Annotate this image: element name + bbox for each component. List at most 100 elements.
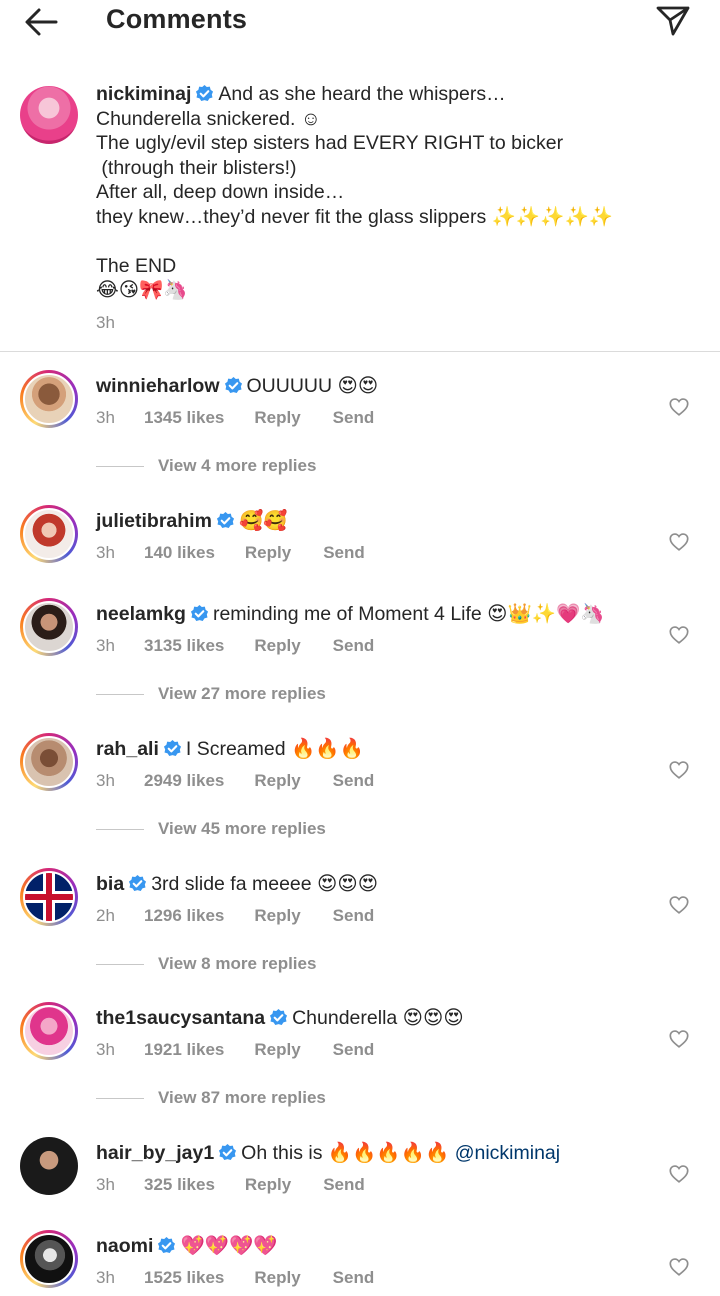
comment-meta: 2h 1296 likes Reply Send — [96, 906, 374, 926]
comment-meta: 3h 140 likes Reply Send — [96, 543, 365, 563]
send-button[interactable]: Send — [333, 771, 375, 791]
reply-button[interactable]: Reply — [254, 771, 300, 791]
comment-meta: 3h 1921 likes Reply Send — [96, 1040, 374, 1060]
heart-icon[interactable] — [668, 531, 690, 553]
send-button[interactable]: Send — [333, 408, 375, 428]
avatar[interactable] — [20, 1137, 78, 1195]
comment-likes[interactable]: 2949 likes — [144, 771, 224, 791]
comment-username[interactable]: hair_by_jay1 — [96, 1142, 214, 1164]
reply-button[interactable]: Reply — [254, 408, 300, 428]
reply-button[interactable]: Reply — [254, 1040, 300, 1060]
view-more-label[interactable]: View 87 more replies — [158, 1088, 326, 1108]
comment-likes[interactable]: 1296 likes — [144, 906, 224, 926]
avatar[interactable] — [20, 1230, 78, 1288]
share-button[interactable] — [652, 2, 692, 38]
send-button[interactable]: Send — [323, 543, 365, 563]
view-more-label[interactable]: View 27 more replies — [158, 684, 326, 704]
mention-link[interactable]: @nickiminaj — [455, 1142, 560, 1164]
page-title: Comments — [106, 4, 248, 34]
reply-button[interactable]: Reply — [245, 543, 291, 563]
comment-text: 3rd slide fa meeee 😍😍😍 — [151, 873, 379, 895]
comment-time: 3h — [96, 636, 115, 655]
avatar[interactable] — [20, 598, 78, 656]
reply-button[interactable]: Reply — [254, 1268, 300, 1288]
comment-time: 3h — [96, 1175, 115, 1194]
heart-icon[interactable] — [668, 1028, 690, 1050]
comment-meta: 3h 1525 likes Reply Send — [96, 1268, 374, 1288]
verified-badge-icon — [163, 739, 181, 757]
comment-username[interactable]: julietibrahim — [96, 510, 212, 532]
comment-item: hair_by_jay1 Oh this is 🔥🔥🔥🔥🔥 @nickiminaj… — [0, 1137, 720, 1217]
view-more-replies[interactable]: View 45 more replies — [0, 816, 720, 844]
comment-username[interactable]: naomi — [96, 1235, 153, 1257]
divider — [0, 351, 720, 352]
comment-username[interactable]: rah_ali — [96, 738, 159, 760]
reply-button[interactable]: Reply — [254, 636, 300, 656]
reply-button[interactable]: Reply — [245, 1175, 291, 1195]
comment-text: reminding me of Moment 4 Life 😍👑✨💗🦄 — [212, 603, 605, 625]
paper-plane-icon — [656, 6, 690, 36]
arrow-left-icon — [25, 8, 58, 36]
comment-time: 2h — [96, 906, 115, 925]
verified-badge-icon — [196, 84, 214, 102]
comment-likes[interactable]: 3135 likes — [144, 636, 224, 656]
view-more-label[interactable]: View 8 more replies — [158, 954, 316, 974]
verified-badge-icon — [224, 376, 242, 394]
verified-badge-icon — [158, 1236, 176, 1254]
verified-badge-icon — [270, 1008, 288, 1026]
view-more-replies[interactable]: View 4 more replies — [0, 453, 720, 481]
comment-time: 3h — [96, 543, 115, 562]
comment-likes[interactable]: 1921 likes — [144, 1040, 224, 1060]
heart-icon[interactable] — [668, 894, 690, 916]
heart-icon[interactable] — [668, 396, 690, 418]
comment-item: winnieharlow OUUUUU 😍😍 3h 1345 likes Reply S… — [0, 370, 720, 450]
view-more-label[interactable]: View 4 more replies — [158, 456, 316, 476]
avatar[interactable] — [20, 370, 78, 428]
header-bar: Comments — [0, 0, 720, 48]
comment-likes[interactable]: 1525 likes — [144, 1268, 224, 1288]
avatar[interactable] — [20, 505, 78, 563]
heart-icon[interactable] — [668, 1163, 690, 1185]
comment-item: julietibrahim 🥰🥰 3h 140 likes Reply Send — [0, 505, 720, 585]
view-more-replies[interactable]: View 27 more replies — [0, 681, 720, 709]
comment-text: Chunderella 😍😍😍 — [292, 1007, 464, 1029]
comment-text: OUUUUU 😍😍 — [246, 375, 379, 397]
send-button[interactable]: Send — [323, 1175, 365, 1195]
comment-item: bia 3rd slide fa meeee 😍😍😍 2h 1296 likes Re… — [0, 868, 720, 948]
send-button[interactable]: Send — [333, 636, 375, 656]
heart-icon[interactable] — [668, 759, 690, 781]
avatar[interactable] — [20, 733, 78, 791]
view-more-label[interactable]: View 45 more replies — [158, 819, 326, 839]
send-button[interactable]: Send — [333, 906, 375, 926]
caption-username[interactable]: nickiminaj — [96, 83, 191, 105]
comment-item: neelamkg reminding me of Moment 4 Life 😍👑… — [0, 598, 720, 678]
comment-username[interactable]: bia — [96, 873, 124, 895]
avatar[interactable] — [20, 86, 78, 144]
comment-text: I Screamed 🔥🔥🔥 — [185, 738, 364, 760]
avatar[interactable] — [20, 1002, 78, 1060]
heart-icon[interactable] — [668, 624, 690, 646]
comment-likes[interactable]: 325 likes — [144, 1175, 215, 1195]
send-button[interactable]: Send — [333, 1268, 375, 1288]
comment-item: the1saucysantana Chunderella 😍😍😍 3h 1921 l… — [0, 1002, 720, 1082]
comment-username[interactable]: winnieharlow — [96, 375, 220, 397]
comment-item: rah_ali I Screamed 🔥🔥🔥 3h 2949 likes Reply S… — [0, 733, 720, 813]
comment-username[interactable]: neelamkg — [96, 603, 186, 625]
heart-icon[interactable] — [668, 1256, 690, 1278]
avatar[interactable] — [20, 868, 78, 926]
comment-likes[interactable]: 1345 likes — [144, 408, 224, 428]
comment-likes[interactable]: 140 likes — [144, 543, 215, 563]
view-more-replies[interactable]: View 87 more replies — [0, 1085, 720, 1113]
send-button[interactable]: Send — [333, 1040, 375, 1060]
caption-text-block: nickiminaj And as she heard the whispers…… — [96, 82, 696, 303]
comment-time: 3h — [96, 771, 115, 790]
comment-meta: 3h 3135 likes Reply Send — [96, 636, 374, 656]
comment-time: 3h — [96, 1268, 115, 1287]
back-button[interactable] — [22, 4, 62, 40]
comment-username[interactable]: the1saucysantana — [96, 1007, 265, 1029]
caption-timestamp: 3h — [96, 313, 115, 332]
comment-time: 3h — [96, 1040, 115, 1059]
verified-badge-icon — [190, 604, 209, 622]
view-more-replies[interactable]: View 8 more replies — [0, 951, 720, 979]
reply-button[interactable]: Reply — [254, 906, 300, 926]
